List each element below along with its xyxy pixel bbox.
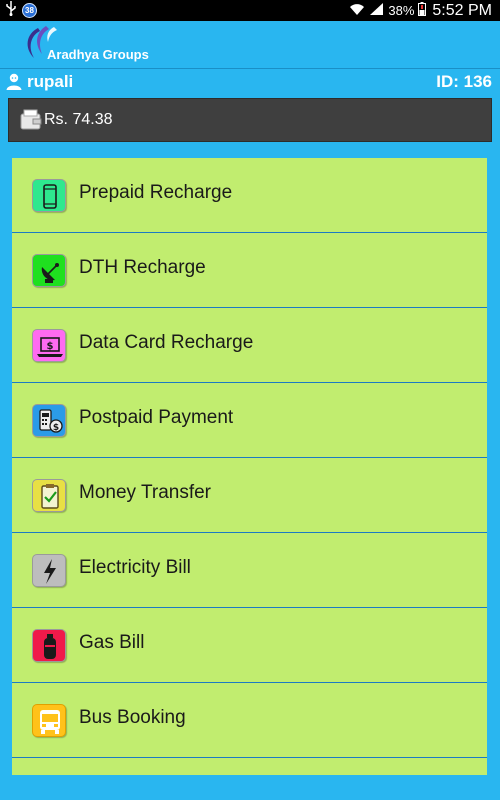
menu-item-money-transfer[interactable]: Money Transfer (12, 458, 487, 533)
notification-badge: 38 (22, 3, 37, 18)
menu-item-postpaid-payment[interactable]: $ Postpaid Payment (12, 383, 487, 458)
menu-item-label: Prepaid Recharge (79, 182, 233, 203)
gas-cylinder-icon (32, 629, 66, 662)
wallet-balance-bar: Rs. 74.38 (8, 98, 492, 142)
signal-icon (369, 2, 384, 19)
user-id: ID: 136 (436, 72, 492, 91)
bus-icon (32, 704, 66, 737)
battery-icon (418, 2, 427, 19)
menu-item-label: Money Transfer (79, 482, 211, 503)
status-bar: 38 38% 5:52 PM (0, 0, 500, 21)
battery-percent: 38% (388, 3, 415, 18)
app-title: Aradhya Groups (47, 47, 149, 62)
menu-item-gas-bill[interactable]: Gas Bill (12, 608, 487, 683)
menu-item-label: Bus Booking (79, 707, 186, 728)
satellite-dish-icon (32, 254, 66, 287)
menu-item-electricity-bill[interactable]: Electricity Bill (12, 533, 487, 608)
username: rupali (27, 72, 74, 91)
usb-icon (6, 0, 16, 21)
balance-amount: Rs. 74.38 (44, 111, 113, 128)
svg-text:$: $ (47, 341, 54, 352)
menu-item-dth-recharge[interactable]: DTH Recharge (12, 233, 487, 308)
clock: 5:52 PM (432, 1, 492, 19)
svg-text:$: $ (53, 423, 59, 433)
user-info-row: rupali ID: 136 (0, 68, 500, 94)
menu-item-label: Electricity Bill (79, 557, 191, 578)
wifi-icon (349, 2, 365, 19)
menu-item-label: DTH Recharge (79, 257, 206, 278)
menu-item-prepaid-recharge[interactable]: Prepaid Recharge (12, 158, 487, 233)
wallet-icon (20, 109, 42, 131)
menu-item-data-card-recharge[interactable]: $ Data Card Recharge (12, 308, 487, 383)
bill-payment-icon: $ (32, 404, 66, 437)
mobile-phone-icon (32, 179, 66, 212)
status-bar-left: 38 (6, 0, 37, 21)
clipboard-check-icon (32, 479, 66, 512)
menu-item-label: Data Card Recharge (79, 332, 254, 353)
service-menu: Prepaid Recharge DTH Recharge $ Data Car… (12, 158, 487, 775)
menu-item-bus-booking[interactable]: Bus Booking (12, 683, 487, 758)
status-bar-right: 38% 5:52 PM (349, 0, 492, 21)
laptop-dollar-icon: $ (32, 329, 66, 362)
app-bar: Aradhya Groups (0, 21, 500, 68)
menu-item-label: Postpaid Payment (79, 407, 234, 428)
menu-item-label: Gas Bill (79, 632, 145, 653)
lightning-icon (32, 554, 66, 587)
user-icon (6, 73, 22, 91)
